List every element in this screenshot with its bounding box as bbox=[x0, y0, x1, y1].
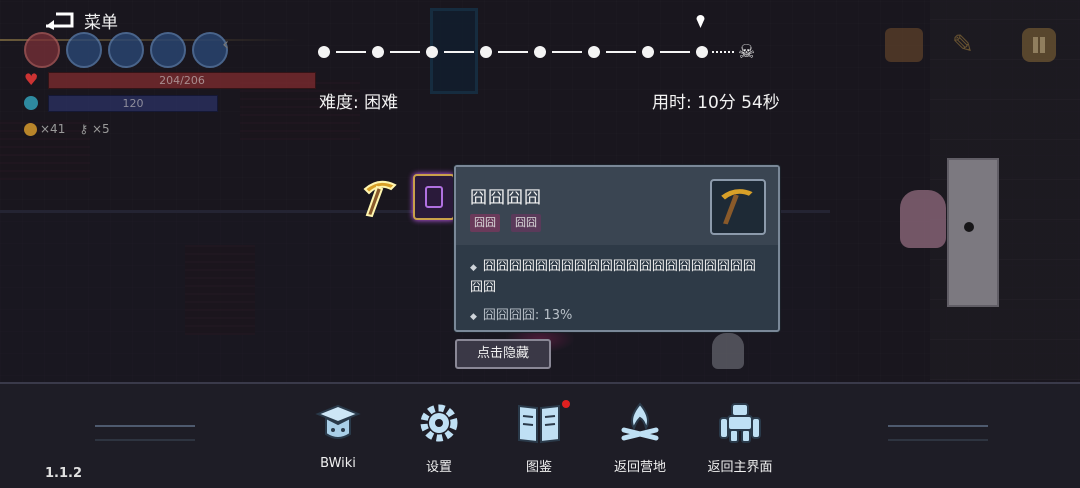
nav-label: BWiki bbox=[320, 456, 356, 471]
item-tag: 囧囧 bbox=[511, 214, 541, 232]
skill-slot[interactable] bbox=[150, 32, 186, 68]
stage-connector-pending bbox=[712, 51, 734, 53]
stage-node bbox=[372, 46, 384, 58]
book-icon bbox=[518, 404, 560, 444]
health-bar: 204/206 bbox=[48, 72, 316, 89]
skill-slot[interactable] bbox=[66, 32, 102, 68]
stage-node bbox=[696, 46, 708, 58]
stage-node bbox=[642, 46, 654, 58]
coin-count: ×41 bbox=[40, 122, 66, 136]
coin-icon bbox=[24, 123, 37, 136]
mana-value: 120 bbox=[122, 97, 144, 110]
pickaxe-icon bbox=[721, 189, 753, 225]
campfire-icon bbox=[621, 402, 659, 441]
item-tag: 囧囧 bbox=[470, 214, 500, 232]
stage-node bbox=[318, 46, 330, 58]
nav-label: 返回营地 bbox=[613, 460, 666, 475]
elapsed-time: 用时: 10分 54秒 bbox=[652, 93, 780, 113]
stage-nodes: ☠ bbox=[318, 42, 755, 62]
chest-icon[interactable] bbox=[885, 28, 923, 62]
item-tooltip: 囧囧囧囧 囧囧 囧囧 ◆ 囧囧囧囧囧囧囧囧囧囧囧囧囧囧囧囧囧囧囧囧囧囧囧 ◆ 囧囧囧… bbox=[454, 165, 780, 332]
key-icon: ⚷ bbox=[79, 122, 92, 136]
item-name: 囧囧囧囧 bbox=[470, 188, 542, 208]
hide-tooltip-button[interactable]: 点击隐藏 bbox=[455, 339, 551, 369]
pause-button[interactable] bbox=[1022, 28, 1056, 62]
menu-label: 菜单 bbox=[84, 13, 118, 33]
golem-icon bbox=[719, 403, 761, 443]
stage-node bbox=[534, 46, 546, 58]
boss-skull-icon: ☠ bbox=[738, 41, 756, 63]
stage-connector bbox=[660, 51, 690, 53]
item-chance: ◆ 囧囧囧囧: 13% bbox=[470, 304, 572, 323]
settings-button[interactable]: 设置 bbox=[394, 400, 484, 475]
key-count: ×5 bbox=[91, 122, 110, 136]
difficulty-label: 难度: 困难 bbox=[319, 93, 399, 113]
mana-icon bbox=[24, 96, 38, 110]
stage-connector bbox=[390, 51, 420, 53]
stage-node bbox=[480, 46, 492, 58]
stage-progress: ☠ bbox=[318, 42, 778, 64]
mana-bar: 120 bbox=[48, 95, 218, 112]
chevron-left-icon[interactable]: ‹ bbox=[222, 34, 238, 56]
ornament-right bbox=[888, 425, 988, 441]
menu-button[interactable]: 菜单 bbox=[42, 8, 118, 33]
graduation-cap-icon bbox=[315, 404, 361, 439]
stage-node bbox=[426, 46, 438, 58]
heart-icon: ♥ bbox=[24, 70, 39, 89]
bwiki-button[interactable]: BWiki bbox=[293, 400, 383, 474]
stage-connector bbox=[444, 51, 474, 53]
stage-connector bbox=[336, 51, 366, 53]
item-description: ◆ 囧囧囧囧囧囧囧囧囧囧囧囧囧囧囧囧囧囧囧囧囧囧囧 bbox=[470, 257, 768, 297]
stage-connector bbox=[606, 51, 636, 53]
spellbook-icon[interactable] bbox=[413, 174, 455, 220]
location-pin-icon bbox=[696, 15, 705, 28]
stage-node bbox=[588, 46, 600, 58]
return-camp-button[interactable]: 返回营地 bbox=[595, 400, 685, 475]
bullet-icon: ◆ bbox=[470, 312, 477, 322]
stage-connector bbox=[552, 51, 582, 53]
version-label: 1.1.2 bbox=[45, 466, 83, 481]
item-description-text: 囧囧囧囧囧囧囧囧囧囧囧囧囧囧囧囧囧囧囧囧囧囧囧 bbox=[470, 259, 756, 295]
health-value: 204/206 bbox=[159, 74, 205, 87]
return-main-menu-button[interactable]: 返回主界面 bbox=[695, 400, 785, 475]
skill-bar bbox=[24, 32, 228, 68]
nav-label: 图鉴 bbox=[525, 460, 552, 475]
back-arrow-icon bbox=[46, 12, 74, 30]
resources: ×41 ⚷ ×5 bbox=[24, 122, 110, 136]
bullet-icon: ◆ bbox=[470, 263, 477, 273]
pickaxe-icon[interactable] bbox=[357, 175, 401, 219]
key-counter: ⚷ ×5 bbox=[79, 122, 109, 136]
gear-icon bbox=[420, 404, 458, 442]
nav-label: 返回主界面 bbox=[707, 460, 773, 475]
skill-slot[interactable] bbox=[108, 32, 144, 68]
skill-slot[interactable] bbox=[24, 32, 60, 68]
coin-counter: ×41 bbox=[24, 122, 65, 136]
ornament-left bbox=[95, 425, 195, 441]
codex-button[interactable]: 图鉴 bbox=[494, 400, 584, 475]
notification-badge bbox=[562, 400, 570, 408]
nav-label: 设置 bbox=[425, 460, 452, 475]
item-thumbnail bbox=[710, 179, 766, 235]
stage-connector bbox=[498, 51, 528, 53]
item-chance-text: 囧囧囧囧: 13% bbox=[482, 308, 573, 323]
quest-scroll-icon[interactable]: ✎ bbox=[952, 30, 988, 62]
